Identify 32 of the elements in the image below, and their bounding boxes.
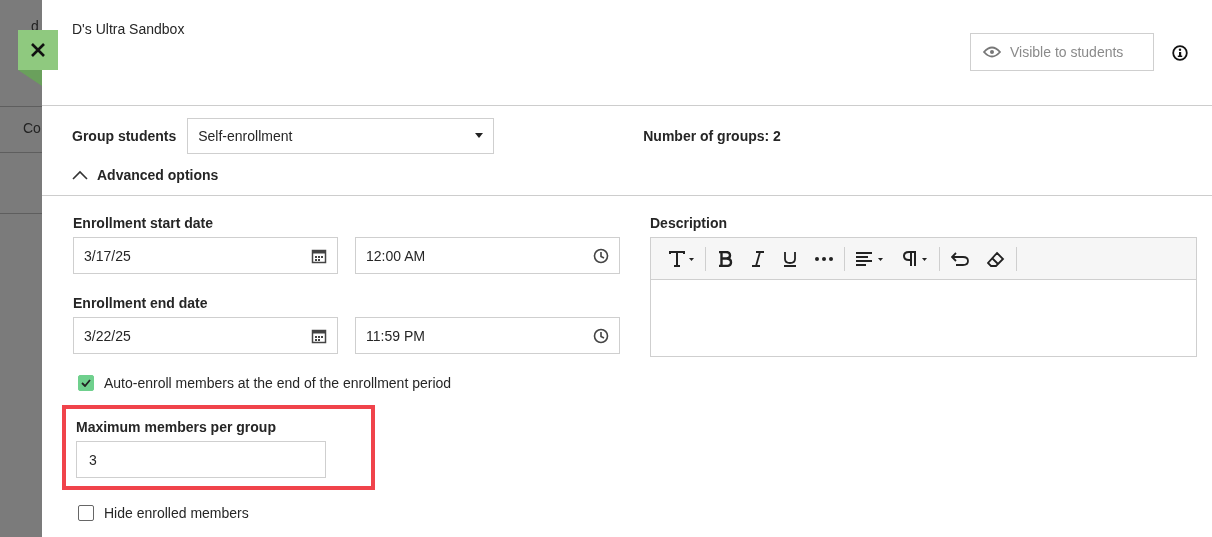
dropdown-caret-icon bbox=[475, 133, 484, 138]
group-students-dropdown[interactable]: Self-enrollment bbox=[187, 117, 495, 154]
field-label: Maximum members per group bbox=[76, 419, 277, 435]
clock-icon bbox=[593, 247, 609, 264]
clock-icon bbox=[593, 327, 609, 344]
checkbox[interactable] bbox=[78, 505, 94, 521]
checkbox-label: Auto-enroll members at the end of the enrollment period bbox=[104, 375, 452, 391]
checkbox[interactable] bbox=[78, 375, 94, 391]
calendar-icon bbox=[311, 327, 327, 344]
visibility-button[interactable]: Visible to students bbox=[970, 33, 1154, 71]
close-button-tail bbox=[18, 70, 42, 86]
panel-title: D's Ultra Sandbox bbox=[72, 21, 185, 39]
time-field[interactable]: 12:00 AM bbox=[355, 237, 620, 274]
chevron-up-icon bbox=[72, 170, 88, 180]
info-icon[interactable] bbox=[1172, 45, 1188, 61]
date-field[interactable]: 3/17/25 bbox=[73, 237, 338, 274]
field-label: Description bbox=[650, 215, 728, 231]
field-label: Group students bbox=[72, 127, 177, 144]
date-field[interactable]: 3/22/25 bbox=[73, 317, 338, 354]
calendar-icon bbox=[311, 247, 327, 264]
check-icon bbox=[81, 379, 91, 387]
field-label: Enrollment end date bbox=[73, 295, 209, 311]
checkbox-label: Hide enrolled members bbox=[104, 505, 249, 521]
close-button[interactable] bbox=[18, 30, 58, 70]
advanced-options-toggle[interactable]: Advanced options bbox=[72, 167, 219, 183]
close-icon bbox=[30, 42, 46, 58]
eye-icon bbox=[983, 46, 1001, 58]
background-text: Co bbox=[23, 120, 41, 136]
field-label: Enrollment start date bbox=[73, 215, 215, 231]
group-count: Number of groups: 2 bbox=[643, 127, 781, 144]
time-field[interactable]: 11:59 PM bbox=[355, 317, 620, 354]
max-members-field[interactable]: 3 bbox=[76, 441, 326, 478]
